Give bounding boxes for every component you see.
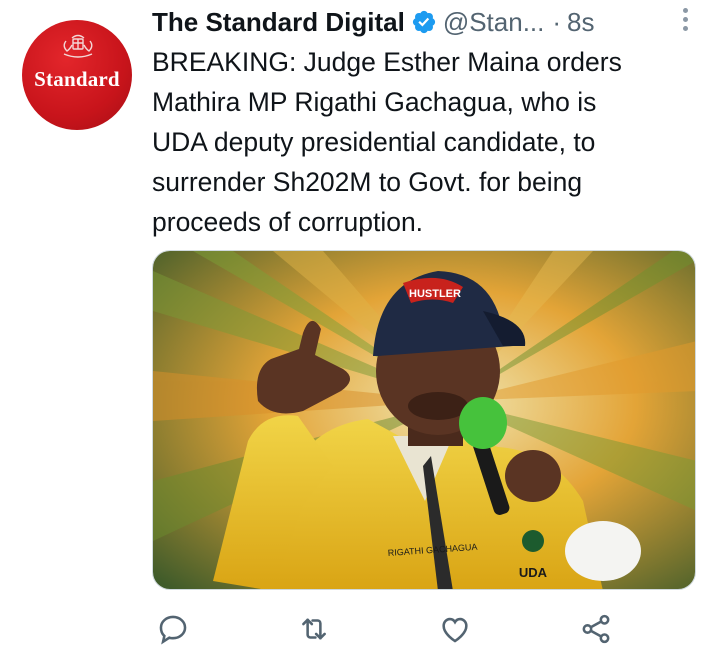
display-name[interactable]: The Standard Digital (152, 7, 405, 38)
timestamp[interactable]: 8s (567, 7, 594, 38)
uda-badge: UDA (519, 565, 548, 580)
reply-icon[interactable] (156, 612, 190, 646)
tweet-text: BREAKING: Judge Esther Maina orders Math… (152, 47, 622, 237)
tweet-actions (152, 610, 692, 646)
tweet-header: The Standard Digital @Stan... · 8s (152, 4, 689, 40)
avatar[interactable]: Standard (22, 20, 132, 130)
avatar-wordmark: Standard (34, 67, 120, 91)
tweet-photo[interactable]: HUSTLER RIGATHI GACHAGUA UDA (152, 250, 696, 590)
more-options-icon[interactable] (681, 8, 689, 36)
separator-dot: · (552, 6, 562, 37)
crest-logo-icon (63, 34, 93, 58)
photo-illustration: HUSTLER RIGATHI GACHAGUA UDA (153, 251, 695, 589)
share-icon[interactable] (579, 612, 613, 646)
handle[interactable]: @Stan... (443, 7, 545, 38)
cap-text: HUSTLER (409, 288, 461, 300)
verified-badge-icon (412, 10, 435, 34)
retweet-icon[interactable] (297, 612, 331, 646)
like-icon[interactable] (438, 612, 472, 646)
